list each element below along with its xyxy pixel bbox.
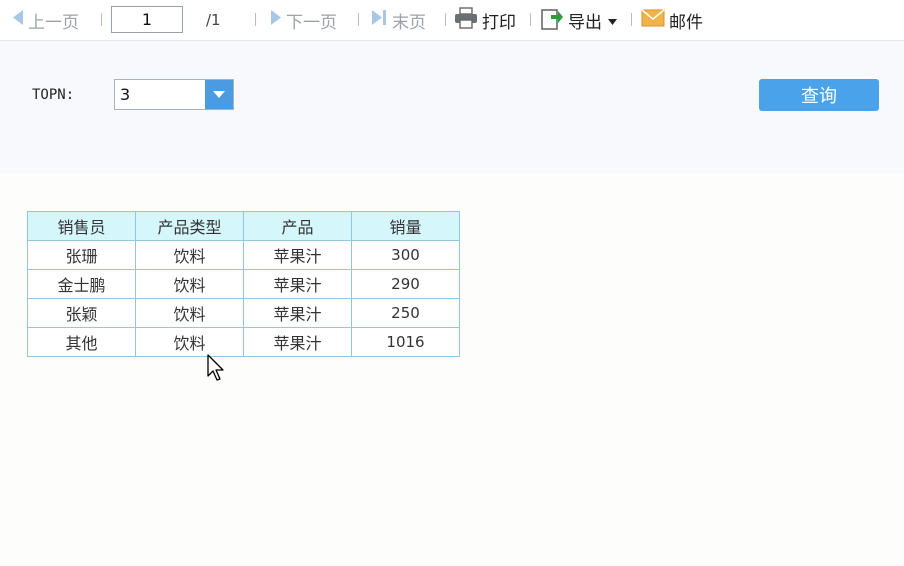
table-row: 金士鹏 饮料 苹果汁 290 <box>27 269 460 299</box>
divider <box>358 13 359 26</box>
prev-page-label: 上一页 <box>28 12 79 33</box>
category-cell: 饮料 <box>135 269 244 299</box>
print-button[interactable]: 打印 <box>454 0 516 40</box>
category-cell: 饮料 <box>135 298 244 328</box>
prev-arrow-icon <box>12 9 24 31</box>
category-cell: 饮料 <box>135 327 244 357</box>
divider <box>445 13 446 26</box>
dropdown-caret-icon[interactable] <box>608 10 617 30</box>
divider <box>255 13 256 26</box>
last-page-icon <box>371 9 388 31</box>
quantity-cell: 290 <box>351 269 460 299</box>
divider <box>631 13 632 26</box>
salesperson-cell: 张珊 <box>27 240 136 270</box>
chevron-down-icon <box>213 91 225 98</box>
dropdown-button[interactable] <box>205 80 233 109</box>
mail-button[interactable]: 邮件 <box>641 0 703 40</box>
salesperson-cell: 张颖 <box>27 298 136 328</box>
mail-icon <box>641 8 665 32</box>
next-arrow-icon <box>270 9 282 31</box>
category-cell: 饮料 <box>135 240 244 270</box>
product-cell: 苹果汁 <box>243 269 352 299</box>
salesperson-cell: 金士鹏 <box>27 269 136 299</box>
export-icon <box>540 6 564 35</box>
topn-value: 3 <box>120 85 131 104</box>
table-row: 张珊 饮料 苹果汁 300 <box>27 240 460 270</box>
last-page-button[interactable]: 末页 <box>371 0 426 40</box>
last-page-label: 末页 <box>392 12 426 33</box>
column-header: 产品 <box>243 211 352 241</box>
page-number-input[interactable] <box>111 6 183 33</box>
query-button[interactable]: 查询 <box>759 79 879 111</box>
topn-combobox[interactable]: 3 <box>114 79 234 110</box>
export-button[interactable]: 导出 <box>540 0 617 40</box>
total-pages: /1 <box>206 11 221 29</box>
topn-label: TOPN: <box>32 87 75 103</box>
export-label: 导出 <box>568 12 602 33</box>
table-row: 其他 饮料 苹果汁 1016 <box>27 327 460 357</box>
quantity-cell: 250 <box>351 298 460 328</box>
print-label: 打印 <box>482 12 516 33</box>
prev-page-button[interactable]: 上一页 <box>12 0 79 40</box>
salesperson-cell: 其他 <box>27 327 136 357</box>
product-cell: 苹果汁 <box>243 327 352 357</box>
printer-icon <box>454 6 478 34</box>
mouse-cursor-icon <box>207 354 227 386</box>
quantity-cell: 300 <box>351 240 460 270</box>
table-header-row: 销售员 产品类型 产品 销量 <box>27 211 460 241</box>
report-toolbar: 上一页 /1 下一页 末页 打印 <box>0 0 904 41</box>
next-page-button[interactable]: 下一页 <box>270 0 337 40</box>
column-header: 产品类型 <box>135 211 244 241</box>
parameter-panel: TOPN: 3 查询 <box>0 41 904 173</box>
quantity-cell: 1016 <box>351 327 460 357</box>
product-cell: 苹果汁 <box>243 240 352 270</box>
divider <box>530 13 531 26</box>
mail-label: 邮件 <box>669 12 703 33</box>
column-header: 销量 <box>351 211 460 241</box>
report-table: 销售员 产品类型 产品 销量 张珊 饮料 苹果汁 300 金士鹏 饮料 苹果汁 … <box>27 211 460 357</box>
table-row: 张颖 饮料 苹果汁 250 <box>27 298 460 328</box>
column-header: 销售员 <box>27 211 136 241</box>
next-page-label: 下一页 <box>286 12 337 33</box>
product-cell: 苹果汁 <box>243 298 352 328</box>
divider <box>101 13 102 26</box>
